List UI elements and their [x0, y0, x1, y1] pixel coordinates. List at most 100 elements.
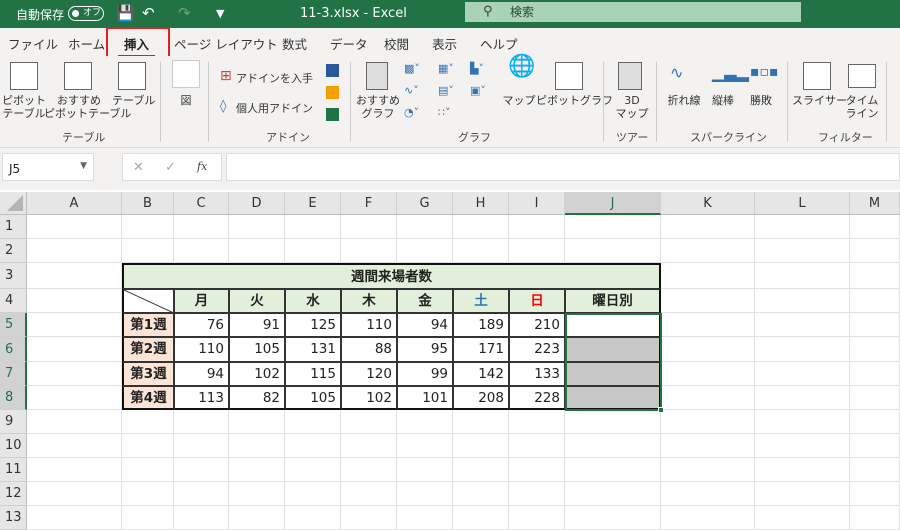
cell[interactable] — [341, 458, 397, 482]
recommended-charts-button[interactable]: おすすめ グラフ — [356, 94, 400, 120]
customize-qat-icon[interactable]: ▼ — [216, 7, 224, 20]
my-addins-button[interactable]: 個人用アドイン — [236, 102, 313, 115]
cell[interactable] — [850, 337, 900, 362]
value-cell[interactable]: 223 — [509, 337, 565, 362]
cell[interactable] — [453, 458, 509, 482]
cell[interactable] — [509, 458, 565, 482]
cell[interactable] — [565, 239, 661, 263]
3d-map-button[interactable]: 3D マップ — [612, 94, 652, 120]
value-cell[interactable]: 133 — [509, 362, 565, 386]
search-box[interactable]: ⚲ 検索 — [465, 2, 801, 22]
row-header-9[interactable]: 9 — [0, 410, 27, 434]
cell[interactable] — [755, 458, 850, 482]
value-cell[interactable]: 115 — [285, 362, 341, 386]
value-cell[interactable]: 125 — [285, 313, 341, 337]
pie-chart-icon[interactable]: ◔˅ — [404, 106, 419, 119]
cell[interactable] — [174, 239, 229, 263]
save-icon[interactable]: 💾 — [116, 4, 135, 22]
cell[interactable] — [341, 215, 397, 239]
column-header-L[interactable]: L — [755, 192, 850, 215]
cell[interactable] — [285, 482, 341, 506]
cell[interactable] — [850, 386, 900, 410]
cell[interactable] — [850, 362, 900, 386]
cell[interactable] — [755, 434, 850, 458]
cell[interactable] — [27, 337, 122, 362]
cell[interactable] — [27, 215, 122, 239]
cell[interactable] — [397, 239, 453, 263]
cell[interactable] — [397, 482, 453, 506]
cell[interactable] — [850, 289, 900, 313]
day-header-4[interactable]: 金 — [397, 289, 453, 313]
cell[interactable] — [122, 434, 174, 458]
column-header-E[interactable]: E — [285, 192, 341, 215]
week-label-1[interactable]: 第2週 — [122, 337, 174, 362]
column-header-B[interactable]: B — [122, 192, 174, 215]
formula-input[interactable] — [226, 153, 900, 181]
cell[interactable] — [285, 434, 341, 458]
statistic-chart-icon[interactable]: ▤˅ — [438, 84, 454, 97]
cell[interactable] — [122, 410, 174, 434]
column-chart-icon[interactable]: ▩˅ — [404, 62, 420, 75]
value-cell[interactable]: 95 — [397, 337, 453, 362]
cell[interactable] — [661, 386, 755, 410]
sparkline-winloss-button[interactable]: 勝敗 — [746, 94, 776, 107]
cell[interactable] — [755, 362, 850, 386]
cell[interactable] — [453, 506, 509, 530]
cell[interactable] — [509, 410, 565, 434]
cell[interactable] — [397, 215, 453, 239]
column-header-F[interactable]: F — [341, 192, 397, 215]
cell[interactable] — [27, 362, 122, 386]
cell[interactable] — [229, 239, 285, 263]
cell[interactable] — [755, 263, 850, 289]
column-header-I[interactable]: I — [509, 192, 565, 215]
cell[interactable] — [850, 434, 900, 458]
cell[interactable] — [397, 458, 453, 482]
visio-icon[interactable] — [326, 64, 339, 77]
column-header-K[interactable]: K — [661, 192, 755, 215]
cell[interactable] — [565, 215, 661, 239]
cell[interactable] — [755, 506, 850, 530]
illustrations-button[interactable]: 図 — [176, 94, 196, 107]
column-header-H[interactable]: H — [453, 192, 509, 215]
column-header-D[interactable]: D — [229, 192, 285, 215]
cell[interactable] — [174, 506, 229, 530]
week-label-3[interactable]: 第4週 — [122, 386, 174, 410]
cell[interactable] — [850, 458, 900, 482]
cell[interactable] — [229, 410, 285, 434]
cell[interactable] — [509, 215, 565, 239]
value-cell[interactable]: 131 — [285, 337, 341, 362]
value-cell[interactable]: 110 — [341, 313, 397, 337]
value-cell[interactable]: 94 — [397, 313, 453, 337]
value-cell[interactable]: 228 — [509, 386, 565, 410]
cell[interactable] — [661, 337, 755, 362]
fill-handle[interactable] — [658, 407, 664, 413]
cell[interactable] — [565, 482, 661, 506]
day-header-0[interactable]: 月 — [174, 289, 229, 313]
value-cell[interactable]: 105 — [229, 337, 285, 362]
cell[interactable] — [565, 506, 661, 530]
cell[interactable] — [229, 482, 285, 506]
column-header-M[interactable]: M — [850, 192, 900, 215]
select-all-button[interactable] — [0, 192, 27, 215]
cell[interactable] — [229, 506, 285, 530]
hierarchy-chart-icon[interactable]: ▦˅ — [438, 62, 454, 75]
slicer-button[interactable]: スライサー — [792, 94, 847, 107]
cell[interactable] — [453, 215, 509, 239]
people-graph-icon[interactable] — [326, 108, 339, 121]
cell[interactable] — [565, 458, 661, 482]
cell[interactable] — [453, 482, 509, 506]
cell[interactable] — [565, 410, 661, 434]
cell[interactable] — [27, 410, 122, 434]
cell[interactable] — [850, 313, 900, 337]
cell[interactable] — [755, 410, 850, 434]
value-cell[interactable]: 99 — [397, 362, 453, 386]
undo-icon[interactable]: ↶ — [142, 4, 155, 22]
combo-chart-icon[interactable]: ▣˅ — [470, 84, 486, 97]
cell[interactable] — [661, 263, 755, 289]
column-header-G[interactable]: G — [397, 192, 453, 215]
cell[interactable] — [661, 289, 755, 313]
tab-0[interactable]: ファイル — [8, 34, 58, 53]
cell[interactable] — [27, 482, 122, 506]
row-header-12[interactable]: 12 — [0, 482, 27, 506]
cell[interactable] — [174, 215, 229, 239]
